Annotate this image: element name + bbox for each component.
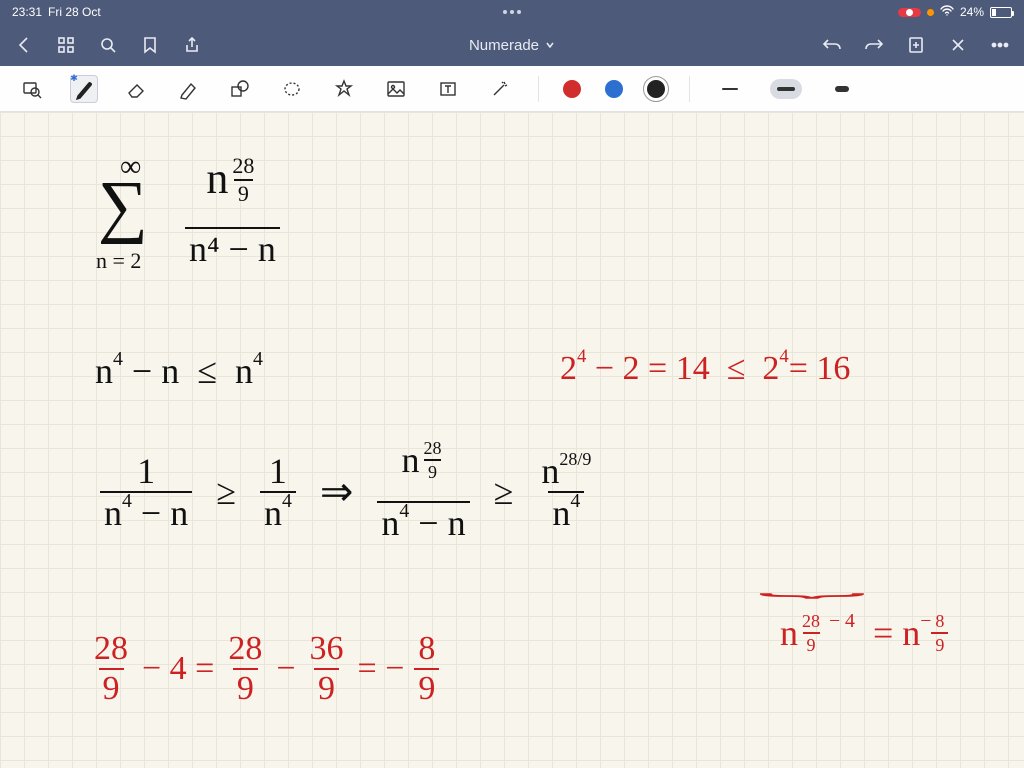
ineq-fractions: 1n4 − n ≥ 1n4 ⇒ n289 n4 − n ≥ n28/9 n4 bbox=[100, 442, 595, 541]
status-time: 23:31 bbox=[12, 5, 42, 19]
close-button[interactable] bbox=[948, 35, 968, 55]
undo-button[interactable] bbox=[822, 35, 842, 55]
summand: n289 n⁴ − n bbox=[185, 156, 280, 267]
bookmark-button[interactable] bbox=[140, 35, 160, 55]
toolbar-separator bbox=[538, 76, 539, 102]
lasso-tool[interactable] bbox=[278, 75, 306, 103]
text-tool[interactable] bbox=[434, 75, 462, 103]
mic-indicator-icon bbox=[927, 9, 934, 16]
add-page-button[interactable] bbox=[906, 35, 926, 55]
grid-button[interactable] bbox=[56, 35, 76, 55]
note-canvas[interactable]: ∞ ∑ n = 2 n289 n⁴ − n n4 − n ≤ n4 24 − 2… bbox=[0, 112, 1024, 768]
multitask-dots[interactable] bbox=[503, 10, 521, 14]
magic-tool[interactable] bbox=[486, 75, 514, 103]
wifi-icon bbox=[940, 5, 954, 19]
sticker-tool[interactable] bbox=[330, 75, 358, 103]
record-icon bbox=[906, 9, 913, 16]
pen-tool[interactable]: ✱ bbox=[70, 75, 98, 103]
chevron-down-icon bbox=[545, 40, 555, 50]
shapes-tool[interactable] bbox=[226, 75, 254, 103]
color-black[interactable] bbox=[647, 80, 665, 98]
redo-button[interactable] bbox=[864, 35, 884, 55]
bluetooth-icon: ✱ bbox=[70, 73, 78, 84]
underbrace: ⏟ bbox=[758, 569, 866, 597]
stroke-medium[interactable] bbox=[770, 79, 802, 99]
zoom-tool[interactable] bbox=[18, 75, 46, 103]
battery-percent: 24% bbox=[960, 5, 984, 19]
share-button[interactable] bbox=[182, 35, 202, 55]
document-title: Numerade bbox=[469, 37, 539, 54]
exponent-calc: 289 − 4 = 289 − 369 = − 89 bbox=[90, 632, 439, 706]
ineq-lhs: n4 − n ≤ n4 bbox=[95, 350, 263, 392]
more-button[interactable] bbox=[990, 35, 1010, 55]
battery-icon bbox=[990, 7, 1012, 18]
drawing-toolbar: ✱ bbox=[0, 66, 1024, 112]
sum-lower: n = 2 bbox=[96, 248, 141, 274]
ineq-rhs-example: 24 − 2 = 14 ≤ 24= 16 bbox=[560, 350, 850, 388]
sigma-symbol: ∑ bbox=[98, 172, 148, 242]
simplified-power: n289 − 4 = n−89 bbox=[780, 612, 948, 672]
ipad-status-bar: 23:31 Fri 28 Oct 24% bbox=[0, 0, 1024, 24]
stroke-thick[interactable] bbox=[826, 79, 858, 99]
status-date: Fri 28 Oct bbox=[48, 5, 101, 19]
toolbar-separator bbox=[689, 76, 690, 102]
screen-recording-indicator[interactable] bbox=[898, 8, 921, 17]
color-red[interactable] bbox=[563, 80, 581, 98]
app-navbar: Numerade bbox=[0, 24, 1024, 66]
eraser-tool[interactable] bbox=[122, 75, 150, 103]
document-title-dropdown[interactable]: Numerade bbox=[469, 37, 555, 54]
search-button[interactable] bbox=[98, 35, 118, 55]
color-blue[interactable] bbox=[605, 80, 623, 98]
image-tool[interactable] bbox=[382, 75, 410, 103]
highlighter-tool[interactable] bbox=[174, 75, 202, 103]
back-button[interactable] bbox=[14, 35, 34, 55]
stroke-thin[interactable] bbox=[714, 79, 746, 99]
